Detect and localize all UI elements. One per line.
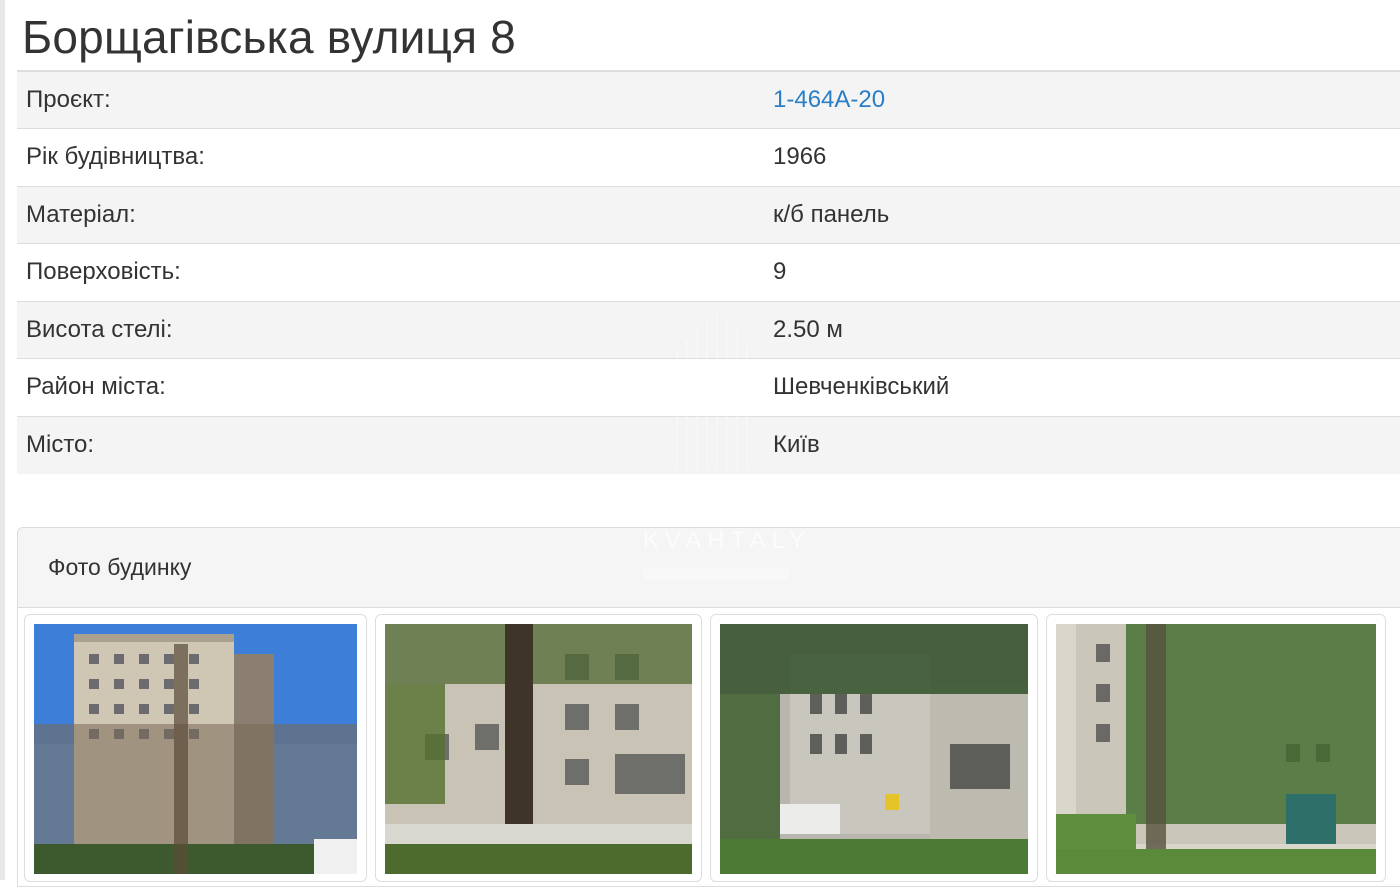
photo-gallery bbox=[24, 614, 1400, 884]
photo-thumbnail[interactable] bbox=[375, 614, 702, 882]
detail-value: Шевченківський bbox=[764, 358, 1400, 416]
building-photo-3 bbox=[720, 624, 1028, 874]
table-row: Матеріал: к/б панель bbox=[17, 185, 1400, 244]
building-photo-2 bbox=[385, 624, 692, 874]
detail-label: Рік будівництва: bbox=[17, 128, 764, 186]
project-link[interactable]: 1-464А-20 bbox=[773, 86, 885, 113]
left-border bbox=[0, 0, 5, 880]
photo-thumbnail[interactable] bbox=[1046, 614, 1386, 882]
table-row: Район міста: Шевченківський bbox=[17, 358, 1400, 416]
photo-thumbnail[interactable] bbox=[710, 614, 1038, 882]
detail-label: Проєкт: bbox=[17, 71, 764, 129]
detail-label: Місто: bbox=[17, 415, 764, 474]
table-row: Висота стелі: 2.50 м bbox=[17, 300, 1400, 359]
detail-value: к/б панель bbox=[764, 185, 1400, 244]
building-details-table: Проєкт: 1-464А-20 Рік будівництва: 1966 … bbox=[17, 70, 1400, 474]
photo-thumbnail[interactable] bbox=[24, 614, 367, 882]
detail-value: 1966 bbox=[764, 128, 1400, 186]
table-row: Проєкт: 1-464А-20 bbox=[17, 71, 1400, 129]
detail-value: 1-464А-20 bbox=[764, 71, 1400, 129]
page-title: Борщагівська вулиця 8 bbox=[22, 11, 516, 63]
detail-label: Висота стелі: bbox=[17, 300, 764, 359]
detail-value: 9 bbox=[764, 243, 1400, 301]
detail-value: 2.50 м bbox=[764, 300, 1400, 359]
detail-label: Район міста: bbox=[17, 358, 764, 416]
building-page: Борщагівська вулиця 8 Проєкт: 1-464А-20 … bbox=[17, 0, 1400, 887]
table-row: Поверховість: 9 bbox=[17, 243, 1400, 301]
detail-value: Київ bbox=[764, 415, 1400, 474]
table-row: Місто: Київ bbox=[17, 415, 1400, 474]
detail-label: Матеріал: bbox=[17, 185, 764, 244]
detail-label: Поверховість: bbox=[17, 243, 764, 301]
watermark-text: KVAHTALY bbox=[643, 527, 812, 554]
building-photo-4 bbox=[1056, 624, 1376, 874]
table-row: Рік будівництва: 1966 bbox=[17, 128, 1400, 186]
photos-panel: Фото будинку bbox=[17, 527, 1400, 887]
building-photo-1 bbox=[34, 624, 357, 874]
